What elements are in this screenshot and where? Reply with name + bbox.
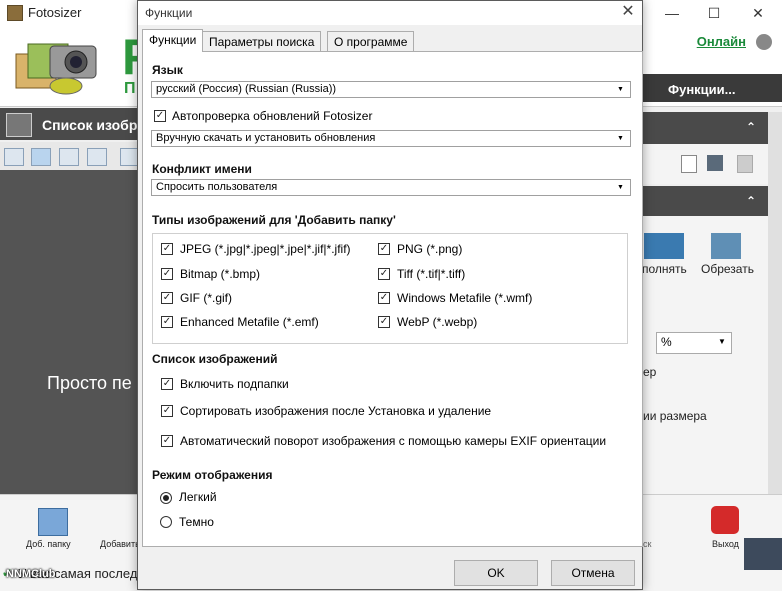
type-gif-label: GIF (*.gif) [180,291,233,305]
include-subfolders-checkbox[interactable] [161,378,173,390]
cancel-button[interactable]: Отмена [551,560,635,586]
chevron-down-icon: ▼ [617,86,624,93]
language-title: Язык [152,63,183,77]
chevron-down-icon: ▼ [617,135,624,142]
user-icon[interactable] [756,34,772,50]
chevron-down-icon: ▼ [718,337,726,346]
include-subfolders-label: Включить подпапки [180,377,289,391]
chat-icon[interactable] [744,538,782,570]
tab-search-params[interactable]: Параметры поиска [202,31,322,51]
sort-images-checkbox[interactable] [161,405,173,417]
type-wmf-label: Windows Metafile (*.wmf) [397,291,533,305]
camera-logo-icon [15,43,97,95]
exif-rotate-label: Автоматический поворот изображения с пом… [180,434,607,448]
app-logo-subtext: П [124,80,136,97]
update-mode-select[interactable]: Вручную скачать и установить обновления [151,130,631,147]
collapse-chevron-icon[interactable]: ⌃ [746,120,756,134]
functions-button[interactable]: Функции... [668,82,736,97]
image-list-options-title: Список изображений [152,352,278,366]
view-thumbnails-icon[interactable] [31,148,51,166]
image-list-area[interactable] [0,170,140,494]
type-emf-label: Enhanced Metafile (*.emf) [180,315,319,329]
type-png-label: PNG (*.png) [397,242,463,256]
conflict-select[interactable]: Спросить пользователя [151,179,631,196]
exit-button[interactable]: Выход [712,539,739,549]
ok-button[interactable]: OK [454,560,538,586]
mode-dark-label: Темно [179,515,214,529]
collapse-chevron-icon-2[interactable]: ⌃ [746,194,756,208]
mode-dark-radio[interactable] [160,516,172,528]
add-folder-button[interactable]: Доб. папку [26,539,71,549]
add-button[interactable]: Добавить [100,539,140,549]
fill-mode-icon[interactable] [644,233,684,259]
view-tiles-icon[interactable] [59,148,79,166]
unit-select-value: % [661,335,672,349]
type-webp-label: WebP (*.webp) [397,315,478,329]
language-select[interactable]: русский (Россия) (Russian (Russia)) [151,81,631,98]
dialog-titlebar [138,1,642,25]
right-partial-size-label: ии размера [643,409,707,423]
view-list-icon[interactable] [87,148,107,166]
add-folder-icon[interactable] [38,508,68,536]
mode-light-label: Легкий [179,490,217,504]
delete-profile-icon[interactable] [737,155,753,173]
type-wmf-checkbox[interactable] [378,292,390,304]
type-jpeg-checkbox[interactable] [161,243,173,255]
auto-update-checkbox[interactable] [154,110,166,122]
tab-functions[interactable]: Функции [142,29,204,52]
maximize-button[interactable]: ☐ [694,2,734,24]
crop-mode-icon[interactable] [711,233,741,259]
type-bmp-checkbox[interactable] [161,268,173,280]
type-emf-checkbox[interactable] [161,316,173,328]
type-bmp-label: Bitmap (*.bmp) [180,267,261,281]
conflict-select-value: Спросить пользователя [156,181,278,193]
empty-list-text: Просто пе [47,373,132,393]
app-title: Fotosizer [28,5,82,20]
right-scrollbar[interactable] [768,112,782,494]
chevron-down-icon: ▼ [617,184,624,191]
new-profile-icon[interactable] [681,155,697,173]
right-partial-label: ер [643,365,657,379]
power-icon[interactable] [711,506,739,534]
type-gif-checkbox[interactable] [161,292,173,304]
display-mode-title: Режим отображения [152,468,273,482]
save-icon[interactable] [707,155,723,171]
minimize-button[interactable]: — [652,2,692,24]
fill-mode-label: полнять [642,262,687,276]
close-app-button[interactable]: ✕ [738,2,778,24]
watermark-logo: NNMClub [6,568,56,580]
type-png-checkbox[interactable] [378,243,390,255]
image-list-icon [6,113,32,137]
mode-light-radio[interactable] [160,492,172,504]
tab-about[interactable]: О программе [327,31,415,51]
update-mode-value: Вручную скачать и установить обновления [156,132,376,144]
online-link[interactable]: Онлайн [697,34,746,49]
conflict-title: Конфликт имени [152,162,252,176]
image-types-title: Типы изображений для 'Добавить папку' [152,213,396,227]
type-webp-checkbox[interactable] [378,316,390,328]
dialog-title: Функции [145,6,193,20]
view-details-icon[interactable] [4,148,24,166]
type-tiff-label: Tiff (*.tif|*.tiff) [397,267,466,281]
dialog-close-icon[interactable]: ✕ [618,2,638,22]
type-jpeg-label: JPEG (*.jpg|*.jpeg|*.jpe|*.jif|*.jfif) [180,242,351,256]
auto-update-label: Автопроверка обновлений Fotosizer [172,109,373,123]
app-icon [7,5,23,21]
language-select-value: русский (Россия) (Russian (Russia)) [156,83,337,95]
type-tiff-checkbox[interactable] [378,268,390,280]
sort-images-label: Сортировать изображения после Установка … [180,404,492,418]
exif-rotate-checkbox[interactable] [161,435,173,447]
start-button-label[interactable]: ск [643,539,651,549]
image-list-title: Список изобр [42,117,138,133]
crop-mode-label: Обрезать [701,262,754,276]
